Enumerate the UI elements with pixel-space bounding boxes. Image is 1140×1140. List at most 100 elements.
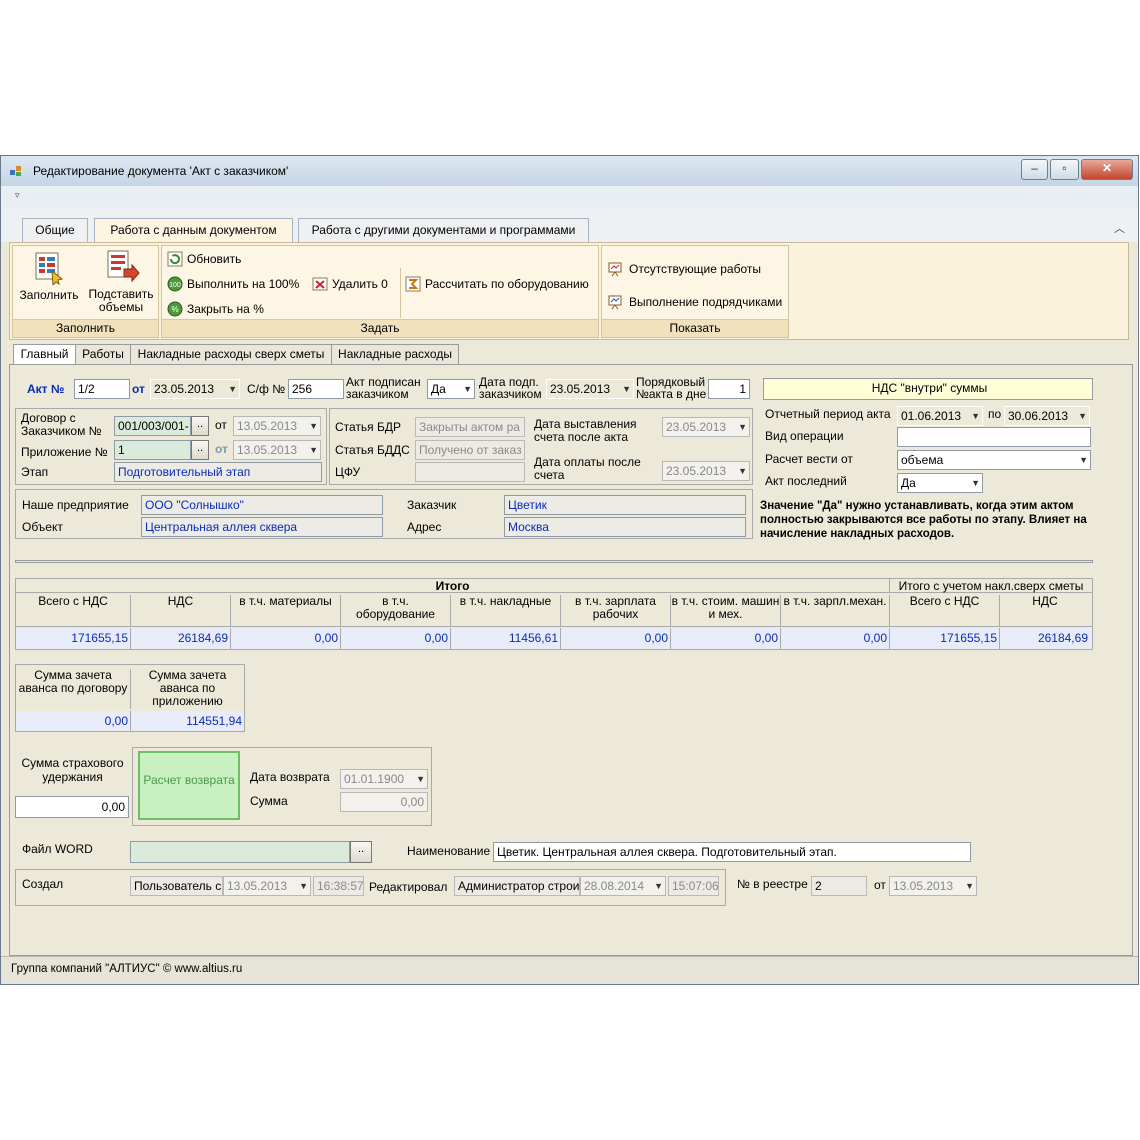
collapse-ribbon-icon[interactable]: ︿ (1114, 220, 1125, 236)
ribbon-tab-other-documents[interactable]: Работа с другими документами и программа… (298, 218, 589, 242)
app-icon (10, 166, 21, 176)
calc-equipment-button[interactable]: Рассчитать по оборудованию (405, 276, 589, 292)
refresh-button[interactable]: Обновить (167, 251, 241, 267)
period-from-picker[interactable]: 01.06.2013 ▼ (897, 406, 983, 426)
missing-works-button[interactable]: Отсутствующие работы (607, 261, 761, 277)
period-to-label: по (988, 407, 1002, 421)
contract-number-input[interactable]: 001/003/001- (114, 416, 191, 436)
period-to-picker[interactable]: 30.06.2013 ▼ (1004, 406, 1090, 426)
insert-volumes-button[interactable]: Подставить объемы (85, 249, 157, 321)
chevron-down-icon: ▼ (1078, 411, 1087, 421)
sf-label: С/ф № (247, 382, 286, 396)
chevron-down-icon: ▼ (309, 421, 318, 431)
appendix-date-picker[interactable]: 13.05.2013 ▼ (233, 440, 321, 460)
last-act-select[interactable]: Да ▼ (897, 473, 983, 493)
contractors-label: Выполнение подрядчиками (629, 295, 783, 309)
calc-from-value: объема (901, 453, 944, 467)
window-title: Редактирование документа 'Акт с заказчик… (33, 164, 289, 178)
chevron-down-icon: ▼ (416, 774, 425, 784)
totals-value-cell: 0,00 (671, 628, 781, 649)
contract-browse-button[interactable]: .. (191, 416, 209, 436)
appendix-browse-button[interactable]: .. (191, 440, 209, 460)
maximize-button[interactable]: ▫ (1050, 159, 1079, 180)
bdds-field: Получено от заказ (415, 440, 525, 460)
invoice-date-picker[interactable]: 23.05.2013 ▼ (662, 417, 750, 437)
advance-appendix-header: Сумма зачета аванса по приложению (148, 668, 227, 708)
sf-number-input[interactable]: 256 (288, 379, 344, 399)
insurance-value-input[interactable]: 0,00 (15, 796, 129, 818)
execute-100-label: Выполнить на 100% (187, 277, 300, 291)
created-time-field: 16:38:57 (313, 876, 364, 896)
chevron-down-icon: ▼ (299, 881, 308, 891)
word-file-input[interactable] (130, 841, 350, 863)
act-signed-value: Да (431, 382, 446, 396)
payment-date-picker[interactable]: 23.05.2013 ▼ (662, 461, 750, 481)
chevron-down-icon: ▼ (971, 411, 980, 421)
act-number-input[interactable]: 1/2 (74, 379, 130, 399)
stage-field: Подготовительный этап (114, 462, 322, 482)
delete-zero-button[interactable]: Удалить 0 (312, 276, 388, 292)
operation-type-label: Вид операции (765, 429, 844, 443)
word-file-browse-button[interactable]: .. (350, 841, 372, 863)
totals-value-cell: 171655,15 (890, 628, 1000, 649)
totals-header-cell: в т.ч. материалы (231, 595, 341, 627)
advance-contract-value: 0,00 (16, 711, 131, 731)
invoice-date-value: 23.05.2013 (666, 420, 727, 434)
sign-date-picker[interactable]: 23.05.2013 ▼ (546, 379, 634, 399)
title-bar: Редактирование документа 'Акт с заказчик… (1, 156, 1138, 187)
created-date-picker[interactable]: 13.05.2013 ▼ (223, 876, 311, 896)
tab-overheads[interactable]: Накладные расходы (331, 344, 459, 364)
tab-overheads-over-estimate[interactable]: Накладные расходы сверх сметы (130, 344, 332, 364)
bdds-label: Статья БДДС (335, 443, 410, 457)
status-bar: Группа компаний "АЛТИУС" © www.altius.ru (1, 956, 1138, 984)
refund-date-label: Дата возврата (250, 770, 330, 784)
sign-date-label-2: заказчиком (479, 387, 542, 401)
minimize-button[interactable]: – (1021, 159, 1048, 180)
calc-equipment-label: Рассчитать по оборудованию (425, 277, 589, 291)
delete-zero-label: Удалить 0 (332, 277, 388, 291)
act-date-picker[interactable]: 23.05.2013 ▼ (150, 379, 240, 399)
fill-group-title: Заполнить (13, 319, 158, 337)
act-signed-select[interactable]: Да ▼ (427, 379, 475, 399)
close-percent-button[interactable]: % Закрыть на % (167, 301, 264, 317)
registry-from-label: от (874, 878, 886, 892)
order-label-2: №акта в дне (636, 387, 707, 401)
quick-access-dropdown-icon[interactable]: ▿ (15, 190, 20, 201)
close-button[interactable]: ✕ (1081, 159, 1133, 180)
contract-date-picker[interactable]: 13.05.2013 ▼ (233, 416, 321, 436)
refund-date-picker[interactable]: 01.01.1900 ▼ (340, 769, 428, 789)
vat-inside-box: НДС "внутри" суммы (763, 378, 1093, 400)
contractors-button[interactable]: Выполнение подрядчиками (607, 294, 782, 310)
fill-label: Заполнить (19, 288, 79, 302)
stage-label: Этап (21, 465, 49, 479)
registry-date-picker[interactable]: 13.05.2013 ▼ (889, 876, 977, 896)
chevron-down-icon: ▼ (1079, 455, 1088, 465)
address-label: Адрес (407, 520, 442, 534)
fill-button[interactable]: Заполнить (15, 249, 83, 319)
tab-works[interactable]: Работы (75, 344, 131, 364)
calc-from-select[interactable]: объема ▼ (897, 450, 1091, 470)
totals-header-cell: НДС (131, 595, 231, 627)
appendix-number-input[interactable]: 1 (114, 440, 191, 460)
missing-works-label: Отсутствующие работы (629, 262, 761, 276)
chevron-down-icon: ▼ (965, 881, 974, 891)
payment-date-value: 23.05.2013 (666, 464, 727, 478)
tab-main[interactable]: Главный (13, 344, 76, 366)
refund-sum-field: 0,00 (340, 792, 428, 812)
document-name-input[interactable]: Цветик. Центральная аллея сквера. Подгот… (493, 842, 971, 862)
execute-100-button[interactable]: 100 Выполнить на 100% (167, 276, 299, 292)
order-number-input[interactable]: 1 (708, 379, 750, 399)
refund-calc-button[interactable]: Расчет возврата (138, 751, 240, 820)
ribbon-tab-general[interactable]: Общие (22, 218, 88, 242)
sign-date-label: Дата подп. заказчиком (479, 376, 542, 400)
appendix-label: Приложение № (21, 445, 108, 459)
ribbon-tab-current-document[interactable]: Работа с данным документом (94, 218, 293, 243)
period-from-value: 01.06.2013 (901, 409, 962, 423)
totals-value-cell: 0,00 (781, 628, 890, 649)
advance-panel: Сумма зачета аванса по договору Сумма за… (15, 664, 245, 732)
totals-value-row: 171655,15 26184,69 0,00 0,00 11456,61 0,00 0,0… (16, 628, 1092, 649)
edited-date-picker[interactable]: 28.08.2014 ▼ (580, 876, 666, 896)
totals-header-cell: в т.ч. накладные (451, 595, 561, 627)
operation-type-input[interactable] (897, 427, 1091, 447)
advance-contract-header: Сумма зачета аванса по договору (16, 669, 131, 709)
